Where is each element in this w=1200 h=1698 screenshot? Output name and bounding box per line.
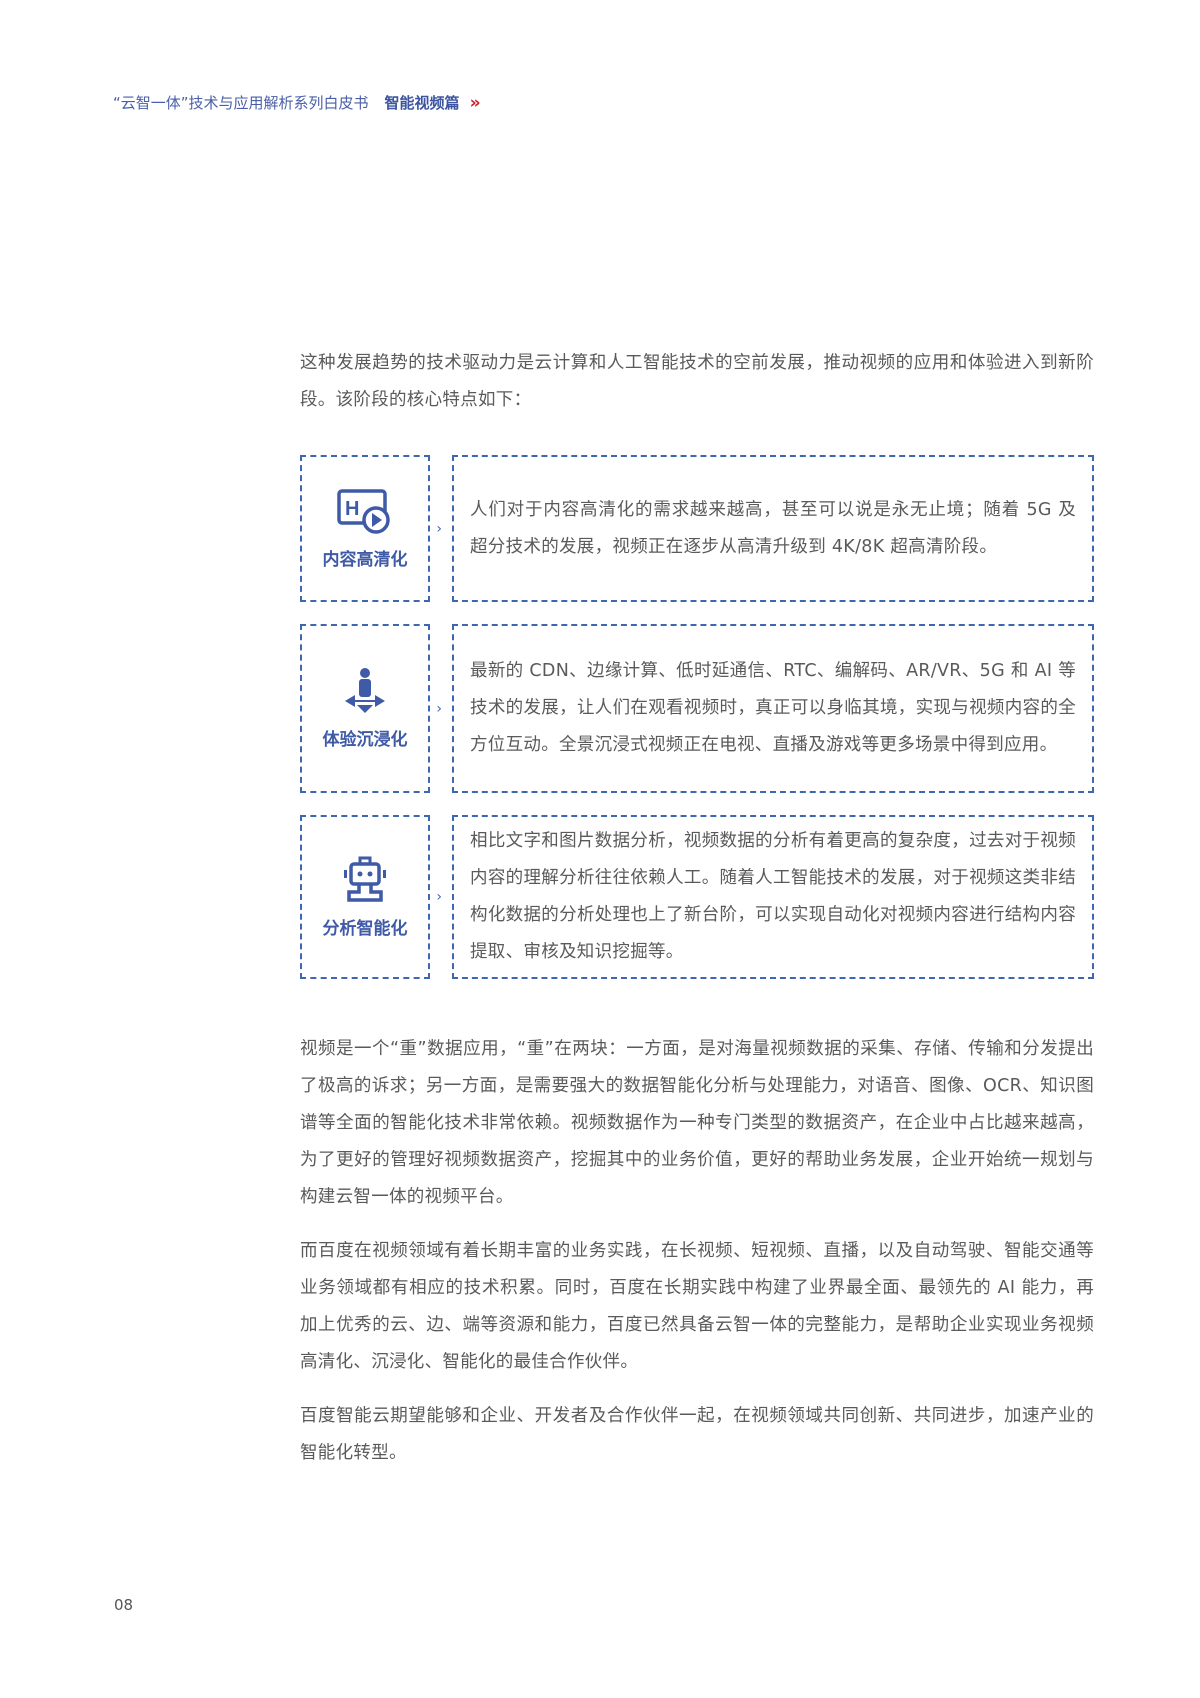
hd-video-icon: H bbox=[337, 489, 390, 534]
body-paragraph: 视频是一个“重”数据应用，“重”在两块：一方面，是对海量视频数据的采集、存储、传… bbox=[300, 1039, 1094, 1207]
feature-label-box: H 内容高清化 › bbox=[300, 455, 442, 602]
robot-icon bbox=[344, 856, 386, 902]
body-paragraph: 百度智能云期望能够和企业、开发者及合作伙伴一起，在视频领域共同创新、共同进步，加… bbox=[300, 1406, 1094, 1463]
immersive-person-icon bbox=[345, 668, 385, 713]
intro-paragraph: 这种发展趋势的技术驱动力是云计算和人工智能技术的空前发展，推动视频的应用和体验进… bbox=[300, 353, 1094, 410]
feature-label: 体验沉浸化 bbox=[322, 730, 408, 750]
feature-label: 内容高清化 bbox=[322, 550, 408, 570]
feature-description: 人们对于内容高清化的需求越来越高，甚至可以说是永无止境；随着 5G 及超分技术的… bbox=[470, 499, 1076, 557]
section-title: 智能视频篇 bbox=[384, 94, 460, 112]
connector-arrow-icon: › bbox=[436, 700, 442, 717]
feature-description: 相比文字和图片数据分析，视频数据的分析有着更高的复杂度，过去对于视频内容的理解分… bbox=[470, 831, 1076, 962]
feature-description-box: 人们对于内容高清化的需求越来越高，甚至可以说是永无止境；随着 5G 及超分技术的… bbox=[452, 455, 1094, 602]
feature-label: 分析智能化 bbox=[322, 918, 408, 939]
svg-text:H: H bbox=[345, 498, 359, 520]
page-content: 这种发展趋势的技术驱动力是云计算和人工智能技术的空前发展，推动视频的应用和体验进… bbox=[300, 345, 1094, 1489]
feature-row-analysis: 分析智能化 › 相比文字和图片数据分析，视频数据的分析有着更高的复杂度，过去对于… bbox=[300, 815, 1094, 979]
feature-description: 最新的 CDN、边缘计算、低时延通信、RTC、编解码、AR/VR、5G 和 AI… bbox=[470, 661, 1076, 755]
feature-label-box: 体验沉浸化 › bbox=[300, 624, 442, 793]
body-paragraph: 而百度在视频领域有着长期丰富的业务实践，在长视频、短视频、直播，以及自动驾驶、智… bbox=[300, 1241, 1094, 1372]
feature-description-box: 最新的 CDN、边缘计算、低时延通信、RTC、编解码、AR/VR、5G 和 AI… bbox=[452, 624, 1094, 793]
series-title: “云智一体”技术与应用解析系列白皮书 bbox=[113, 94, 369, 112]
page-number: 08 bbox=[114, 1596, 134, 1614]
feature-description-box: 相比文字和图片数据分析，视频数据的分析有着更高的复杂度，过去对于视频内容的理解分… bbox=[452, 815, 1094, 979]
feature-label-box: 分析智能化 › bbox=[300, 815, 442, 979]
connector-arrow-icon: › bbox=[436, 520, 442, 537]
connector-arrow-icon: › bbox=[436, 889, 442, 905]
feature-row-hd: H 内容高清化 › 人们对于内容高清化的需求越来越高，甚至可以说是永无止境；随着… bbox=[300, 455, 1094, 602]
double-chevron-icon: » bbox=[469, 92, 481, 113]
running-header: “云智一体”技术与应用解析系列白皮书 智能视频篇 » bbox=[113, 92, 481, 113]
feature-row-immersive: 体验沉浸化 › 最新的 CDN、边缘计算、低时延通信、RTC、编解码、AR/VR… bbox=[300, 624, 1094, 793]
